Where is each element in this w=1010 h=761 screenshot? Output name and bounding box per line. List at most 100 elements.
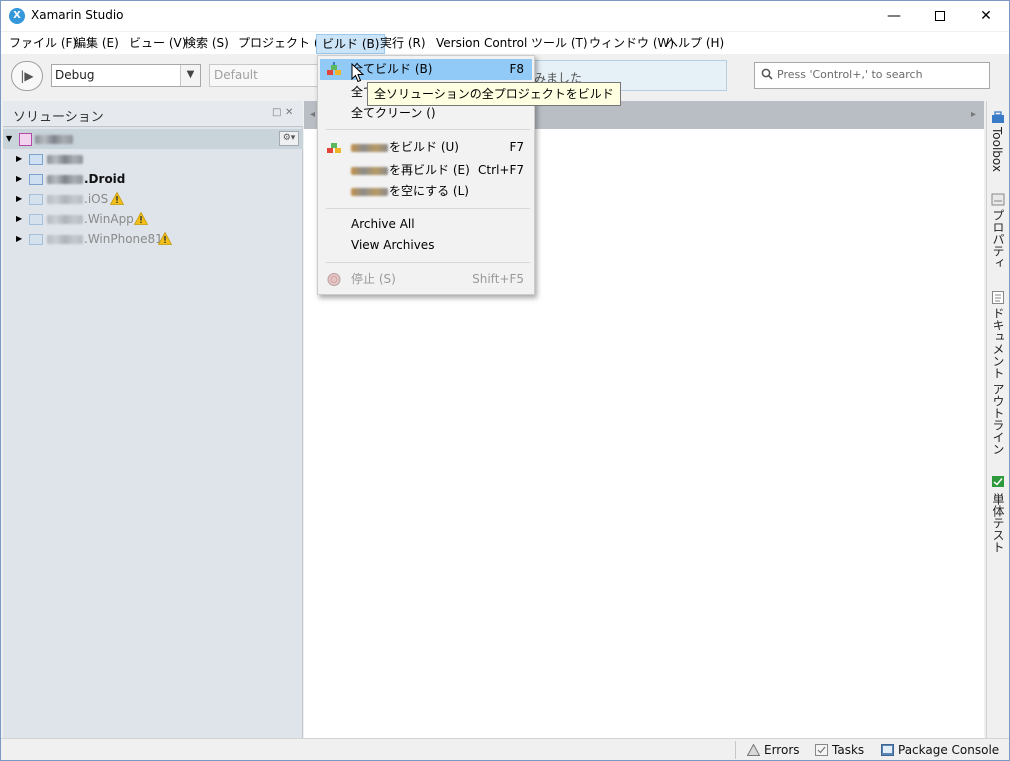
menu-item-stop[interactable]: 停止 (S) Shift+F5 [320, 269, 532, 290]
project-icon [29, 214, 43, 225]
close-button[interactable]: ✕ [963, 1, 1009, 31]
expanded-arrow-icon[interactable]: ▼ [6, 129, 12, 149]
project-name-redacted [47, 215, 83, 224]
chevron-down-icon[interactable]: ▼ [180, 65, 200, 86]
maximize-icon [935, 11, 945, 21]
project-name-redacted [47, 175, 83, 184]
side-pad-document-outline[interactable]: ドキュメント アウトライン [990, 307, 1007, 455]
side-pad-bar: Toolbox プロパティ ドキュメント アウトライン 単体テスト [986, 101, 1009, 738]
menu-search[interactable]: 検索 (S) [179, 34, 234, 54]
run-button[interactable]: |▶ [11, 61, 43, 91]
solution-pad-header: ソリューション □ ✕ [3, 101, 303, 127]
tree-row-project[interactable]: ▶ [3, 149, 303, 169]
title-bar: X Xamarin Studio — ✕ [1, 1, 1009, 31]
menu-version-control[interactable]: Version Control [431, 34, 532, 54]
project-icon [29, 174, 43, 185]
menu-edit[interactable]: 編集 (E) [69, 34, 124, 54]
window-title: Xamarin Studio [31, 8, 124, 22]
target-select[interactable]: Default [209, 64, 319, 87]
project-name-redacted [47, 195, 83, 204]
configuration-select[interactable]: Debug ▼ [51, 64, 201, 87]
package-console-icon [881, 744, 894, 756]
tree-row-project[interactable]: ▶ .iOS [3, 189, 303, 209]
menu-item-rebuild-project[interactable]: を再ビルド (E) Ctrl+F7 [320, 160, 532, 181]
menu-item-label: 全てクリーン () [351, 106, 436, 120]
tree-row-project[interactable]: ▶ .Droid [3, 169, 303, 189]
mouse-cursor-icon [351, 63, 365, 83]
search-input[interactable] [777, 68, 977, 81]
menu-item-shortcut: Shift+F5 [472, 272, 524, 286]
solution-pad: ソリューション □ ✕ ▼ ⚙▾ ▶ ▶ .Droid ▶ .iOS ▶ .Wi… [3, 101, 303, 738]
solution-pad-title: ソリューション [13, 110, 104, 125]
warning-icon [134, 212, 148, 225]
status-separator [735, 741, 736, 759]
menu-item-clean-all[interactable]: 全てクリーン () [320, 103, 532, 124]
menu-item-shortcut: Ctrl+F7 [478, 163, 524, 177]
side-pad-unit-test[interactable]: 単体テスト [990, 493, 1007, 553]
stop-icon [327, 273, 341, 286]
properties-icon [991, 193, 1005, 206]
project-icon [29, 194, 43, 205]
unit-test-icon [992, 476, 1004, 487]
menu-item-label: View Archives [351, 238, 435, 252]
menu-item-label: 停止 (S) [351, 272, 396, 286]
menu-item-label: を再ビルド (E) [389, 163, 470, 177]
project-name-redacted [351, 188, 388, 196]
tasks-label: Tasks [832, 743, 865, 757]
menu-item-archive-all[interactable]: Archive All [320, 214, 532, 235]
menu-item-label: をビルド (U) [389, 140, 459, 154]
errors-label: Errors [764, 743, 800, 757]
tasks-icon [815, 744, 828, 756]
configuration-value: Debug [55, 68, 95, 82]
tree-row-solution[interactable]: ▼ ⚙▾ [3, 129, 303, 149]
side-pad-toolbox[interactable]: Toolbox [990, 127, 1004, 172]
project-name-redacted [47, 155, 83, 164]
collapsed-arrow-icon[interactable]: ▶ [16, 149, 22, 169]
build-all-icon [327, 62, 341, 75]
solution-name-redacted [35, 135, 73, 144]
side-pad-properties[interactable]: プロパティ [990, 209, 1007, 269]
tree-row-project[interactable]: ▶ .WinApp [3, 209, 303, 229]
menu-separator [326, 262, 530, 263]
tab-strip-marker: ◂ [310, 109, 316, 120]
minimize-button[interactable]: — [871, 1, 917, 31]
menu-item-build-project[interactable]: をビルド (U) F7 [320, 137, 532, 158]
menu-run[interactable]: 実行 (R) [375, 34, 431, 54]
toolbox-icon [992, 111, 1004, 123]
gear-icon[interactable]: ⚙▾ [279, 131, 299, 146]
menu-help[interactable]: ヘルプ (H) [661, 34, 729, 54]
collapsed-arrow-icon[interactable]: ▶ [16, 169, 22, 189]
search-box[interactable] [754, 62, 990, 89]
project-name-suffix: .WinPhone81 [84, 232, 163, 246]
menu-item-view-archives[interactable]: View Archives [320, 235, 532, 256]
project-name-redacted [351, 167, 388, 175]
document-outline-icon [992, 291, 1004, 304]
xamarin-logo-icon: X [9, 8, 25, 24]
warning-icon [110, 192, 124, 205]
tab-strip-end-marker: ▸ [970, 109, 976, 120]
menu-item-shortcut: F8 [509, 62, 524, 76]
project-icon [29, 154, 43, 165]
collapsed-arrow-icon[interactable]: ▶ [16, 229, 22, 249]
project-name-redacted [351, 144, 388, 152]
project-icon [29, 234, 43, 245]
maximize-button[interactable] [917, 1, 963, 31]
close-pad-icon[interactable]: ✕ [285, 107, 293, 118]
menu-separator [326, 208, 530, 209]
menu-tools[interactable]: ツール (T) [526, 34, 593, 54]
menu-item-clean-project[interactable]: を空にする (L) [320, 181, 532, 202]
tasks-pad-button[interactable]: Tasks [815, 742, 864, 759]
solution-icon [19, 133, 32, 146]
maximize-pad-icon[interactable]: □ [272, 107, 281, 118]
menu-item-label: Archive All [351, 217, 415, 231]
menu-separator [326, 129, 530, 130]
errors-pad-button[interactable]: Errors [747, 742, 800, 759]
status-bar: Errors Tasks Package Console [1, 738, 1009, 760]
menu-item-shortcut: F7 [509, 140, 524, 154]
collapsed-arrow-icon[interactable]: ▶ [16, 209, 22, 229]
app-window: X Xamarin Studio — ✕ ファイル (F) 編集 (E) ビュー… [0, 0, 1010, 761]
menu-bar: ファイル (F) 編集 (E) ビュー (V) 検索 (S) プロジェクト (P… [1, 32, 1009, 54]
package-console-pad-button[interactable]: Package Console [881, 742, 999, 759]
collapsed-arrow-icon[interactable]: ▶ [16, 189, 22, 209]
tree-row-project[interactable]: ▶ .WinPhone81 [3, 229, 303, 249]
